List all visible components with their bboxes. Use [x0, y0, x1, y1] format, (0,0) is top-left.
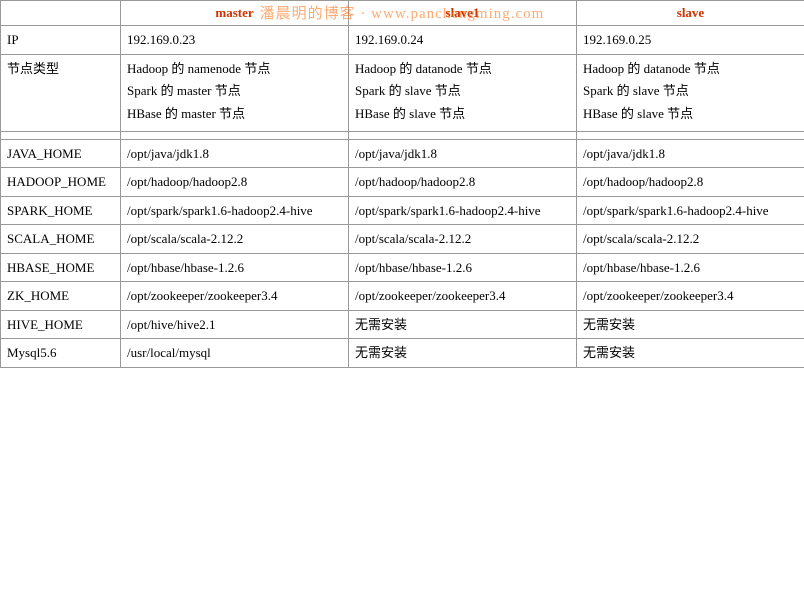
row-slave1-hadoop-home: /opt/hadoop/hadoop2.8: [349, 168, 577, 197]
header-slave1: slave1: [349, 1, 577, 26]
table-row: IP192.169.0.23192.169.0.24192.169.0.25: [1, 26, 804, 55]
row-slave2-hive-home: 无需安装: [577, 310, 804, 339]
header-label: [1, 1, 121, 26]
row-slave2-hbase-home: /opt/hbase/hbase-1.2.6: [577, 253, 804, 282]
row-slave2-spark-home: /opt/spark/spark1.6-hadoop2.4-hive: [577, 196, 804, 225]
spacer-row: [1, 131, 804, 139]
row-slave1-ip: 192.169.0.24: [349, 26, 577, 55]
row-slave1-hbase-home: /opt/hbase/hbase-1.2.6: [349, 253, 577, 282]
header-master: master: [121, 1, 349, 26]
row-label-scala-home: SCALA_HOME: [1, 225, 121, 254]
row-label-mysql: Mysql5.6: [1, 339, 121, 368]
table-row: ZK_HOME/opt/zookeeper/zookeeper3.4/opt/z…: [1, 282, 804, 311]
row-slave1-zk-home: /opt/zookeeper/zookeeper3.4: [349, 282, 577, 311]
row-master-hive-home: /opt/hive/hive2.1: [121, 310, 349, 339]
row-slave2-ip: 192.169.0.25: [577, 26, 804, 55]
row-slave1-hive-home: 无需安装: [349, 310, 577, 339]
table-row: SPARK_HOME/opt/spark/spark1.6-hadoop2.4-…: [1, 196, 804, 225]
row-label-ip: IP: [1, 26, 121, 55]
row-master-hadoop-home: /opt/hadoop/hadoop2.8: [121, 168, 349, 197]
row-master-java-home: /opt/java/jdk1.8: [121, 139, 349, 168]
row-label-hadoop-home: HADOOP_HOME: [1, 168, 121, 197]
row-label-java-home: JAVA_HOME: [1, 139, 121, 168]
row-label-zk-home: ZK_HOME: [1, 282, 121, 311]
row-slave2-scala-home: /opt/scala/scala-2.12.2: [577, 225, 804, 254]
row-master-scala-home: /opt/scala/scala-2.12.2: [121, 225, 349, 254]
row-master-mysql: /usr/local/mysql: [121, 339, 349, 368]
row-slave1-java-home: /opt/java/jdk1.8: [349, 139, 577, 168]
row-master-node-type: Hadoop 的 namenode 节点Spark 的 master 节点HBa…: [121, 54, 349, 131]
row-label-hbase-home: HBASE_HOME: [1, 253, 121, 282]
row-slave1-mysql: 无需安装: [349, 339, 577, 368]
row-slave1-spark-home: /opt/spark/spark1.6-hadoop2.4-hive: [349, 196, 577, 225]
table-row: JAVA_HOME/opt/java/jdk1.8/opt/java/jdk1.…: [1, 139, 804, 168]
table-row: Mysql5.6/usr/local/mysql无需安装无需安装: [1, 339, 804, 368]
row-slave2-zk-home: /opt/zookeeper/zookeeper3.4: [577, 282, 804, 311]
row-slave2-java-home: /opt/java/jdk1.8: [577, 139, 804, 168]
row-master-zk-home: /opt/zookeeper/zookeeper3.4: [121, 282, 349, 311]
row-master-spark-home: /opt/spark/spark1.6-hadoop2.4-hive: [121, 196, 349, 225]
row-slave1-scala-home: /opt/scala/scala-2.12.2: [349, 225, 577, 254]
row-slave2-hadoop-home: /opt/hadoop/hadoop2.8: [577, 168, 804, 197]
table-container: master slave1 slave IP192.169.0.23192.16…: [0, 0, 804, 368]
row-label-hive-home: HIVE_HOME: [1, 310, 121, 339]
table-row: SCALA_HOME/opt/scala/scala-2.12.2/opt/sc…: [1, 225, 804, 254]
row-label-node-type: 节点类型: [1, 54, 121, 131]
row-master-ip: 192.169.0.23: [121, 26, 349, 55]
table-row: HBASE_HOME/opt/hbase/hbase-1.2.6/opt/hba…: [1, 253, 804, 282]
table-row: HADOOP_HOME/opt/hadoop/hadoop2.8/opt/had…: [1, 168, 804, 197]
main-table: master slave1 slave IP192.169.0.23192.16…: [0, 0, 804, 368]
row-slave2-mysql: 无需安装: [577, 339, 804, 368]
header-slave2: slave: [577, 1, 804, 26]
row-master-hbase-home: /opt/hbase/hbase-1.2.6: [121, 253, 349, 282]
header-row: master slave1 slave: [1, 1, 804, 26]
row-slave2-node-type: Hadoop 的 datanode 节点Spark 的 slave 节点HBas…: [577, 54, 804, 131]
row-label-spark-home: SPARK_HOME: [1, 196, 121, 225]
table-row: HIVE_HOME/opt/hive/hive2.1无需安装无需安装: [1, 310, 804, 339]
table-row: 节点类型Hadoop 的 namenode 节点Spark 的 master 节…: [1, 54, 804, 131]
row-slave1-node-type: Hadoop 的 datanode 节点Spark 的 slave 节点HBas…: [349, 54, 577, 131]
